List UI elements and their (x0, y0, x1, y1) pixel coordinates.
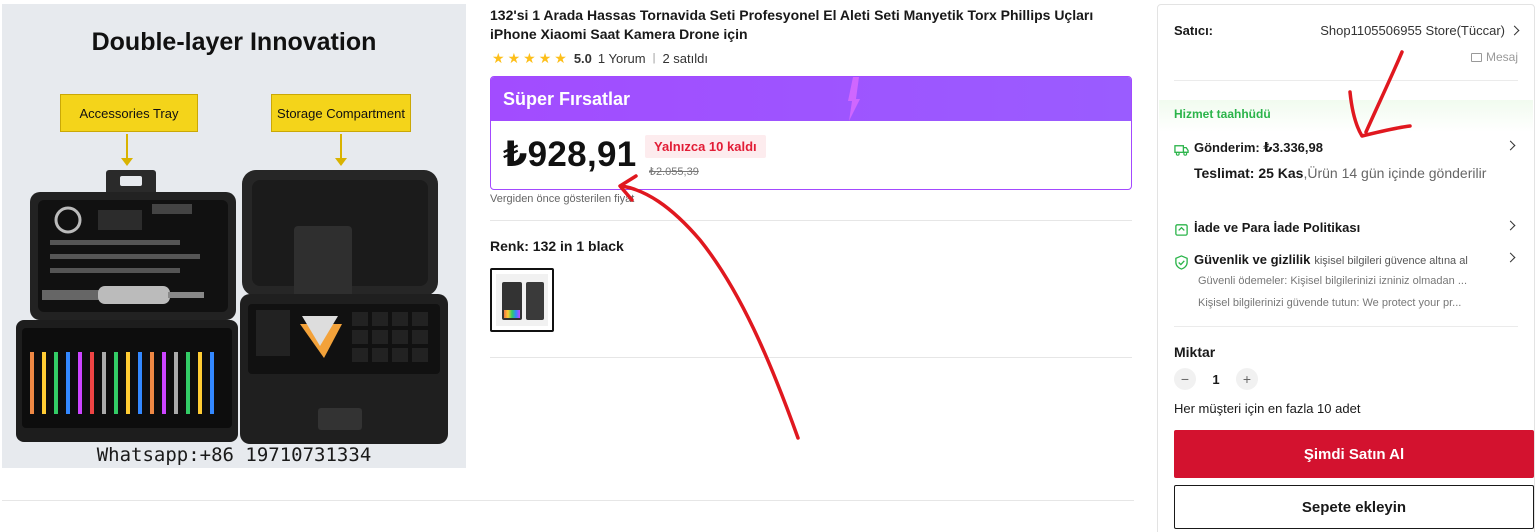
separator: | (652, 52, 656, 64)
rating-stars: ★ ★ ★ ★ ★ (492, 51, 567, 65)
reviews-link[interactable]: 1 Yorum (598, 51, 646, 66)
quantity-decrease-button[interactable]: − (1174, 368, 1196, 390)
tax-note: Vergiden önce gösterilen fiyat (490, 193, 635, 205)
delivery-date: Teslimat: 25 Kas (1194, 165, 1304, 181)
chevron-right-icon (1505, 220, 1516, 231)
product-title: 132'si 1 Arada Hassas Tornavida Seti Pro… (490, 7, 1094, 42)
star-icon: ★ (523, 50, 536, 66)
shipping-row[interactable]: Gönderim: ₺3.336,98 (1174, 139, 1518, 159)
return-policy-label: İade ve Para İade Politikası (1194, 220, 1361, 235)
quantity-increase-button[interactable]: + (1236, 368, 1258, 390)
message-label: Mesaj (1485, 50, 1518, 64)
buy-now-button[interactable]: Şimdi Satın Al (1174, 430, 1534, 478)
stock-badge: Yalnızca 10 kaldı (645, 135, 766, 158)
shipping-cost: Gönderim: ₺3.336,98 (1194, 140, 1323, 155)
security-subtitle: kişisel bilgileri güvence altına al (1314, 255, 1468, 267)
purchase-panel: Satıcı: Shop1105506955 Store(Tüccar) Mes… (1157, 4, 1535, 532)
chevron-right-icon (1509, 25, 1520, 36)
divider (490, 357, 1132, 358)
chevron-right-icon (1505, 252, 1516, 263)
deal-banner-label: Süper Fırsatlar (503, 89, 631, 109)
rating-row[interactable]: ★ ★ ★ ★ ★ 5.0 1 Yorum | 2 satıldı (492, 49, 708, 67)
quantity-stepper: − 1 + (1174, 367, 1258, 391)
quantity-limit-note: Her müşteri için en fazla 10 adet (1174, 401, 1361, 416)
delivery-note: ,Ürün 14 gün içinde gönderilir (1303, 165, 1487, 181)
star-icon: ★ (492, 50, 505, 66)
super-deal-box: Süper Fırsatlar ₺928,91 Yalnızca 10 kald… (490, 76, 1132, 190)
variant-label: Renk: 132 in 1 black (490, 238, 624, 254)
message-button[interactable]: Mesaj (1470, 50, 1518, 64)
add-to-cart-button[interactable]: Sepete ekleyin (1174, 485, 1534, 529)
bolt-icon (848, 77, 860, 121)
seller-name: Shop1105506955 Store(Tüccar) (1320, 23, 1505, 38)
security-detail: Güvenli ödemeler: Kişisel bilgilerinizi … (1198, 275, 1468, 287)
service-title: Hizmet taahhüdü (1174, 107, 1271, 121)
toolkit-illustration (16, 170, 448, 444)
star-icon: ★ (507, 50, 521, 66)
security-row[interactable]: Güvenlik ve gizlilik kişisel bilgileri gü… (1174, 251, 1518, 271)
return-policy-row[interactable]: İade ve Para İade Politikası (1174, 219, 1518, 239)
quantity-value[interactable]: 1 (1196, 372, 1236, 387)
security-detail: Kişisel bilgilerinizi güvende tutun: We … (1198, 297, 1462, 309)
image-watermark: Whatsapp:+86 19710731334 (96, 444, 372, 466)
star-icon: ★ (554, 50, 567, 66)
annotation-arrow-price (620, 184, 800, 440)
current-price: ₺928,91 (503, 135, 637, 174)
chevron-right-icon (1505, 140, 1516, 151)
shield-icon (1175, 255, 1188, 270)
variant-thumbnail[interactable] (490, 268, 554, 332)
sold-count: 2 satıldı (662, 50, 708, 66)
product-image[interactable]: Double-layer Innovation Accessories Tray… (2, 4, 466, 468)
divider (1174, 326, 1518, 327)
seller-link[interactable]: Shop1105506955 Store(Tüccar) (1320, 23, 1520, 38)
quantity-label: Miktar (1174, 344, 1216, 360)
divider (490, 220, 1132, 221)
star-icon: ★ (538, 50, 552, 66)
message-icon (1470, 52, 1482, 62)
deal-banner: Süper Fırsatlar (491, 77, 1131, 121)
rating-score: 5.0 (573, 50, 592, 66)
delivery-info: Teslimat: 25 Kas,Ürün 14 gün içinde gönd… (1194, 163, 1494, 184)
original-price: ₺2.055,39 (649, 166, 699, 178)
security-title: Güvenlik ve gizlilik (1194, 252, 1311, 267)
return-icon (1175, 224, 1188, 236)
divider (1174, 80, 1518, 81)
seller-label: Satıcı: (1174, 23, 1214, 38)
truck-icon (1174, 145, 1189, 156)
divider (2, 500, 1134, 501)
